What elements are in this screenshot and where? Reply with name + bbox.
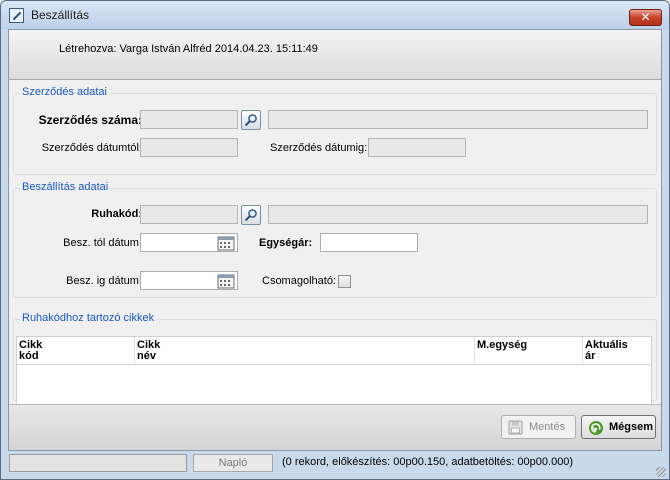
search-icon (244, 209, 257, 222)
contract-number-label: Szerződés száma: (38, 113, 142, 127)
delivery-group: Beszállítás adatai Ruhakód: Besz. tól dá… (13, 181, 657, 298)
column-header-item-code[interactable]: Cikk kód (17, 337, 135, 365)
cancel-button-label: Mégsem (609, 421, 654, 433)
delivery-from-date-label: Besz. tól dátum: (63, 237, 142, 249)
contract-lookup-button[interactable] (241, 110, 261, 130)
delivery-legend: Beszállítás adatai (20, 181, 111, 193)
cancel-button[interactable]: Mégsem (581, 415, 656, 439)
contract-date-from-label: Szerződés dátumtól: (41, 142, 142, 154)
title-bar[interactable]: Beszállítás ✕ (1, 1, 669, 29)
calendar-icon[interactable] (217, 236, 235, 251)
contract-group: Szerződés adatai Szerződés száma: Szerző… (13, 86, 657, 175)
unit-price-label: Egységár: (259, 237, 313, 249)
calendar-icon[interactable] (217, 274, 235, 289)
items-grid-header: Cikk kód Cikk név M.egység Aktuális ár (17, 337, 651, 365)
items-legend: Ruhakódhoz tartozó cikkek (20, 312, 157, 324)
save-button[interactable]: Mentés (501, 415, 576, 439)
delivery-to-date-field[interactable] (140, 271, 238, 290)
created-info: Létrehozva: Varga István Alfréd 2014.04.… (59, 43, 318, 55)
column-header-line: ár (585, 350, 596, 362)
undo-arrow-icon (589, 421, 603, 435)
packable-label: Csomagolható: (262, 275, 336, 287)
resize-grip-icon[interactable] (656, 467, 666, 477)
column-header-line: kód (19, 350, 39, 362)
contract-date-from-field[interactable] (140, 138, 238, 157)
clothing-code-lookup-button[interactable] (241, 205, 261, 225)
contract-name-field[interactable] (268, 110, 648, 129)
clothing-code-label: Ruhakód: (91, 208, 142, 220)
contract-number-field[interactable] (140, 110, 238, 129)
search-icon (244, 114, 257, 127)
items-grid[interactable]: Cikk kód Cikk név M.egység Aktuális ár (16, 336, 652, 406)
dialog-content: Létrehozva: Varga István Alfréd 2014.04.… (8, 29, 662, 451)
items-group: Ruhakódhoz tartozó cikkek Cikk kód Cikk … (13, 312, 657, 406)
contract-date-to-label: Szerződés dátumig: (270, 142, 368, 154)
status-bar: Napló (0 rekord, előkészítés: 00p00.150,… (1, 452, 669, 479)
column-header-line: M.egység (477, 339, 528, 351)
action-bar: Mentés Mégsem (9, 404, 661, 450)
contract-date-to-field[interactable] (368, 138, 466, 157)
unit-price-field[interactable] (320, 233, 418, 252)
app-icon (9, 8, 24, 23)
column-header-line: Cikk (137, 339, 161, 351)
delivery-from-date-field[interactable] (140, 233, 238, 252)
contract-legend: Szerződés adatai (20, 86, 109, 98)
clothing-code-field[interactable] (140, 205, 238, 224)
delivery-to-date-label: Besz. ig dátum: (66, 275, 142, 287)
status-progress-field (9, 454, 187, 472)
log-button[interactable]: Napló (193, 454, 273, 472)
column-header-unit[interactable]: M.egység (475, 337, 583, 365)
packable-checkbox[interactable] (338, 275, 351, 288)
status-info-text: (0 rekord, előkészítés: 00p00.150, adatb… (282, 456, 574, 468)
close-button[interactable]: ✕ (629, 9, 662, 26)
window-title: Beszállítás (31, 8, 90, 22)
save-button-label: Mentés (529, 421, 566, 433)
dialog-window: Beszállítás ✕ Létrehozva: Varga István A… (0, 0, 670, 480)
column-header-current-price[interactable]: Aktuális ár (583, 337, 651, 365)
header-band: Létrehozva: Varga István Alfréd 2014.04.… (9, 30, 661, 80)
floppy-disk-icon (508, 420, 523, 435)
column-header-item-name[interactable]: Cikk név (135, 337, 475, 365)
clothing-code-description-field[interactable] (268, 205, 648, 224)
column-header-line: név (137, 350, 156, 362)
